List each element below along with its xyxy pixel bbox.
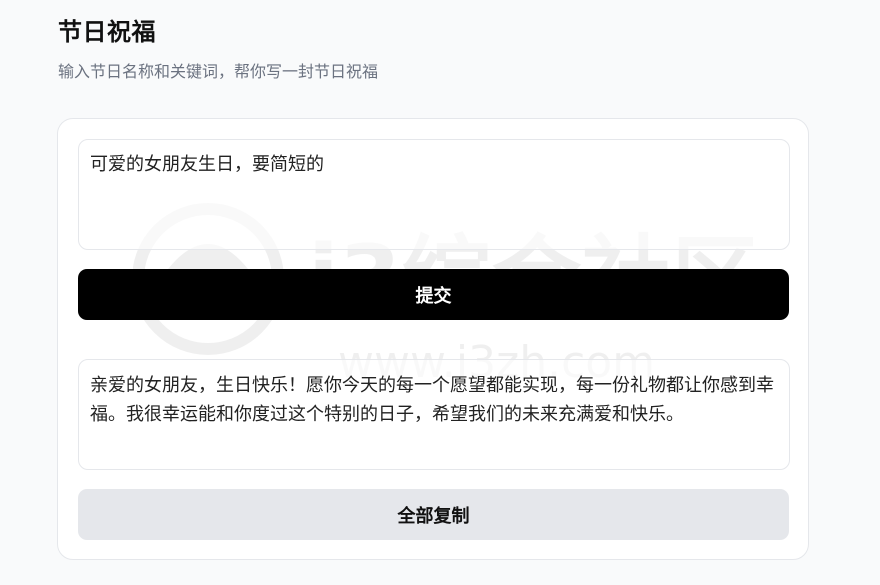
- copy-all-button[interactable]: 全部复制: [78, 489, 789, 540]
- submit-button[interactable]: 提交: [78, 269, 789, 320]
- result-output[interactable]: 亲爱的女朋友，生日快乐！愿你今天的每一个愿望都能实现，每一份礼物都让你感到幸福。…: [78, 359, 790, 470]
- keyword-input[interactable]: [78, 139, 790, 250]
- page: 节日祝福 输入节日名称和关键词，帮你写一封节日祝福 i3综合社区 www.i3z…: [0, 0, 880, 585]
- page-subtitle: 输入节日名称和关键词，帮你写一封节日祝福: [58, 62, 379, 81]
- main-card: i3综合社区 www.i3zh.com 提交 亲爱的女朋友，生日快乐！愿你今天的…: [57, 118, 809, 560]
- page-title: 节日祝福: [58, 18, 156, 46]
